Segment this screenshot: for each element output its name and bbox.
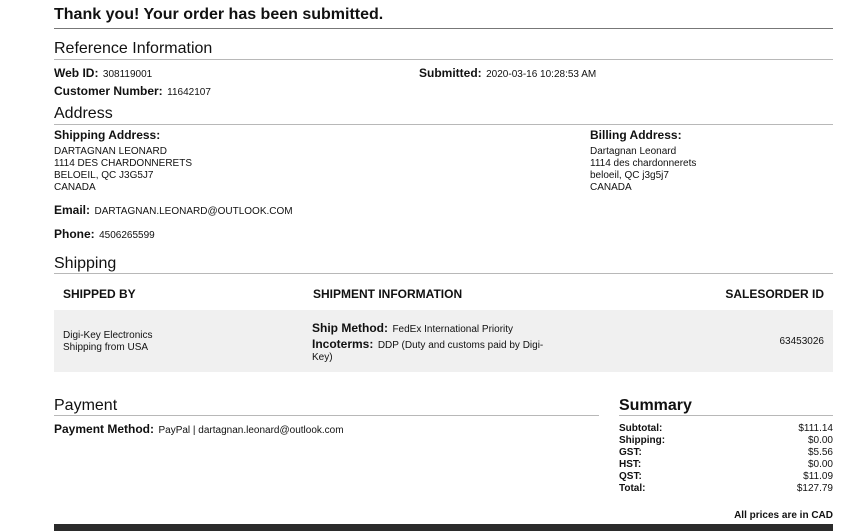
ship-method-label: Ship Method:: [312, 321, 388, 335]
billing-address-block: Dartagnan Leonard 1114 des chardonnerets…: [590, 146, 696, 194]
reference-divider: [54, 59, 833, 60]
summary-label: Subtotal:: [619, 423, 663, 434]
reference-heading: Reference Information: [54, 40, 213, 57]
customer-number-label: Customer Number:: [54, 84, 163, 98]
web-id-label: Web ID:: [54, 66, 99, 80]
incoterms-value: DDP (Duty and customs paid by Digi-: [377, 340, 544, 351]
email-value: DARTAGNAN.LEONARD@OUTLOOK.COM: [94, 206, 293, 217]
summary-value: $127.79: [796, 483, 833, 494]
shipping-address-label: Shipping Address:: [54, 128, 161, 142]
billing-address-line: Dartagnan Leonard: [590, 146, 677, 157]
summary-label: HST:: [619, 459, 642, 470]
shipped-by-line: Digi-Key Electronics: [63, 330, 153, 341]
shipping-address-line: DARTAGNAN LEONARD: [54, 146, 167, 157]
customer-number-row: Customer Number: 11642107: [54, 82, 211, 100]
shipping-address-line: 1114 DES CHARDONNERETS: [54, 158, 192, 169]
web-id-value: 308119001: [102, 69, 153, 80]
billing-address-line: CANADA: [590, 182, 632, 193]
summary-label: QST:: [619, 471, 642, 482]
phone-row: Phone: 4506265599: [54, 225, 155, 243]
title-divider: [54, 28, 833, 29]
shipping-address-block: DARTAGNAN LEONARD 1114 DES CHARDONNERETS…: [54, 146, 192, 194]
summary-value: $0.00: [807, 435, 833, 446]
ship-method-row: Ship Method: FedEx International Priorit…: [312, 319, 513, 337]
email-row: Email: DARTAGNAN.LEONARD@OUTLOOK.COM: [54, 201, 293, 219]
column-header-shipment-information: SHIPMENT INFORMATION: [313, 287, 463, 301]
shipped-by-cell: Digi-Key Electronics Shipping from USA: [63, 330, 152, 354]
salesorder-id-value: 63453026: [779, 336, 825, 347]
incoterms-row: Incoterms: DDP (Duty and customs paid by…: [312, 338, 562, 364]
summary-heading: Summary: [619, 397, 692, 414]
summary-value: $0.00: [807, 459, 833, 470]
summary-label: GST:: [619, 447, 642, 458]
shipping-address-line: BELOEIL, QC J3G5J7: [54, 170, 154, 181]
summary-value: $5.56: [807, 447, 833, 458]
billing-address-line: 1114 des chardonnerets: [590, 158, 697, 169]
summary-label: Total:: [619, 483, 646, 494]
billing-address-label: Billing Address:: [590, 128, 682, 142]
submitted-label: Submitted:: [419, 66, 482, 80]
phone-label: Phone:: [54, 227, 95, 241]
summary-divider: [619, 415, 833, 416]
summary-label: Shipping:: [619, 435, 666, 446]
incoterms-label: Incoterms:: [312, 337, 374, 351]
address-heading: Address: [54, 105, 113, 122]
customer-number-value: 11642107: [167, 87, 211, 98]
summary-value: $111.14: [798, 423, 833, 434]
summary-labels: Subtotal: Shipping: GST: HST: QST: Total…: [619, 423, 665, 495]
payment-method-label: Payment Method:: [54, 422, 155, 436]
payment-heading: Payment: [54, 397, 118, 414]
submitted-value: 2020-03-16 10:28:53 AM: [486, 69, 597, 80]
web-id-row: Web ID: 308119001: [54, 64, 152, 82]
submitted-row: Submitted: 2020-03-16 10:28:53 AM: [419, 64, 596, 82]
column-header-shipped-by: SHIPPED BY: [63, 287, 136, 301]
currency-note: All prices are in CAD: [734, 510, 833, 521]
phone-value: 4506265599: [99, 230, 155, 241]
incoterms-value-continued: Key): [312, 352, 333, 363]
summary-values: $111.14 $0.00 $5.56 $0.00 $11.09 $127.79: [797, 423, 833, 495]
ship-method-value: FedEx International Priority: [392, 324, 514, 335]
shipping-address-line: CANADA: [54, 182, 96, 193]
email-label: Email:: [54, 203, 91, 217]
shipping-heading: Shipping: [54, 255, 117, 272]
shipping-divider: [54, 273, 833, 274]
footer-bar: [54, 524, 833, 531]
summary-value: $11.09: [803, 471, 833, 482]
billing-address-line: beloeil, QC j3g5j7: [590, 170, 669, 181]
payment-method-row: Payment Method: PayPal | dartagnan.leona…: [54, 420, 344, 438]
payment-divider: [54, 415, 599, 416]
page-title: Thank you! Your order has been submitted…: [54, 6, 384, 23]
address-divider: [54, 124, 833, 125]
shipped-by-line: Shipping from USA: [63, 342, 149, 353]
column-header-salesorder-id: SALESORDER ID: [725, 287, 824, 301]
payment-method-value: PayPal | dartagnan.leonard@outlook.com: [158, 425, 344, 436]
